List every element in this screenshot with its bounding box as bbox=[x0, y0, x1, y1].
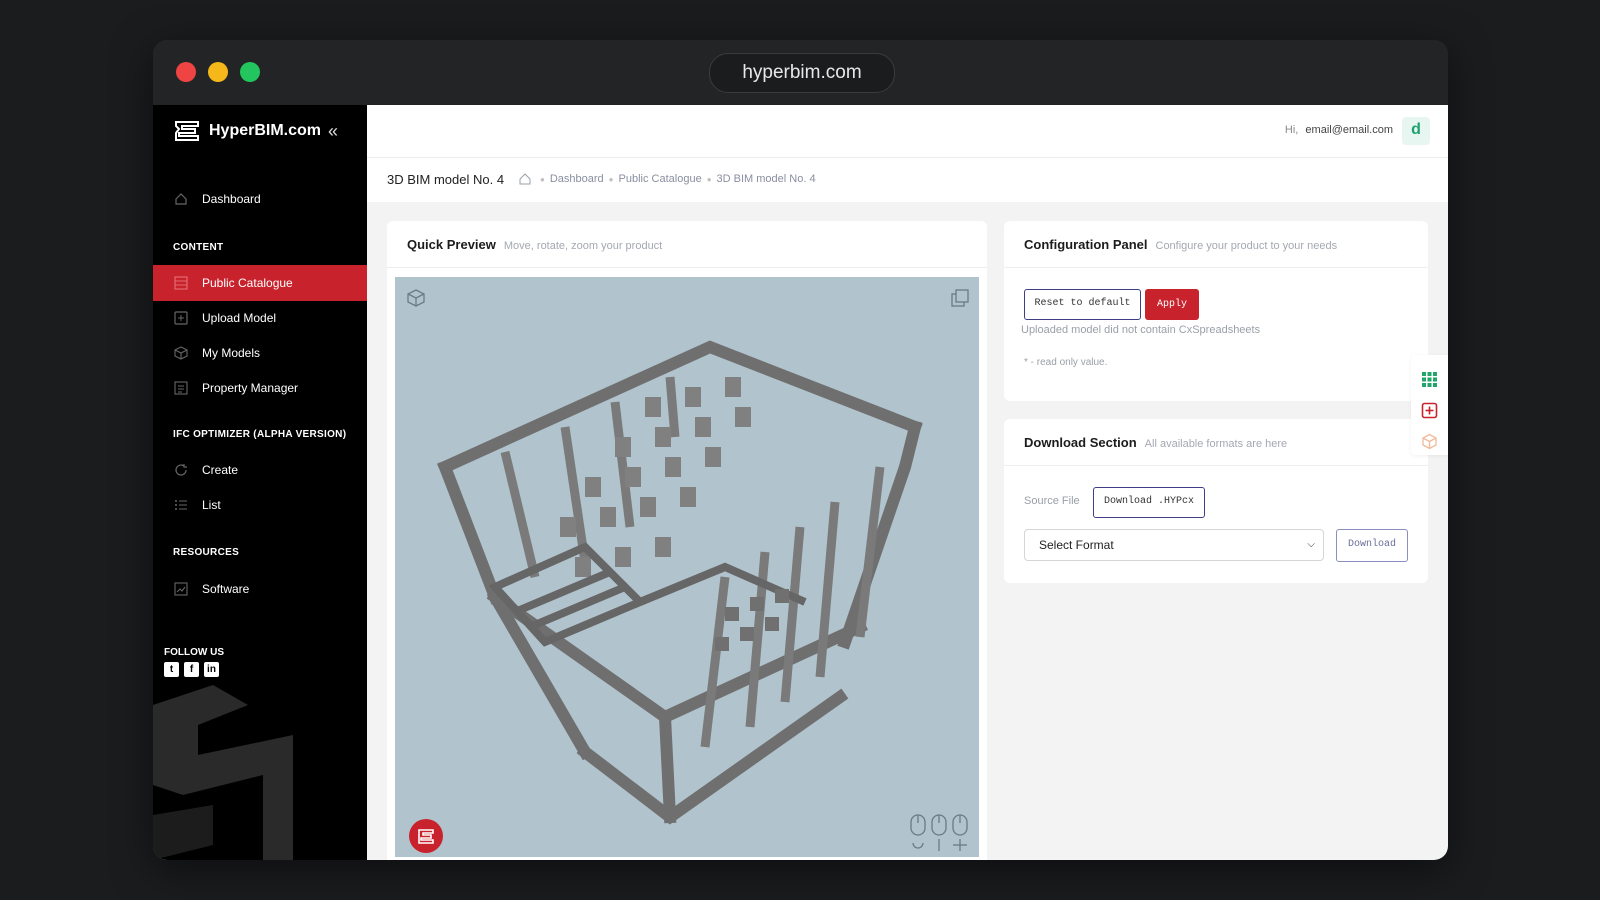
format-select[interactable]: Select Format ⌵ bbox=[1024, 529, 1324, 561]
user-email[interactable]: email@email.com bbox=[1305, 124, 1393, 136]
sidebar-item-create[interactable]: Create bbox=[153, 452, 367, 488]
fullscreen-icon[interactable] bbox=[951, 289, 969, 307]
close-window-button[interactable] bbox=[176, 62, 196, 82]
download-header: Download Section All available formats ar… bbox=[1004, 419, 1428, 466]
chevron-down-icon: ⌵ bbox=[1307, 539, 1315, 550]
app: HyperBIM.com « Dashboard CONTENT Public … bbox=[153, 105, 1448, 860]
source-file-label: Source File bbox=[1024, 495, 1080, 507]
config-message: Uploaded model did not contain CxSpreads… bbox=[1021, 324, 1261, 336]
sidebar-item-public-catalogue[interactable]: Public Catalogue bbox=[153, 265, 367, 301]
cube-view-icon[interactable] bbox=[407, 289, 425, 307]
mouse-controls-icon bbox=[910, 814, 968, 851]
configuration-title: Configuration Panel Configure your produc… bbox=[1024, 237, 1337, 252]
download-title: Download Section All available formats ar… bbox=[1024, 435, 1287, 450]
apply-button[interactable]: Apply bbox=[1145, 289, 1199, 320]
breadcrumb-separator: ● bbox=[706, 174, 712, 184]
breadcrumb-separator: ● bbox=[540, 174, 545, 184]
twitter-icon[interactable]: t bbox=[164, 662, 179, 677]
download-subtitle: All available formats are here bbox=[1144, 438, 1288, 450]
sidebar-item-software[interactable]: Software bbox=[153, 571, 367, 607]
home-icon[interactable] bbox=[519, 173, 531, 185]
sidebar-item-label: List bbox=[202, 498, 221, 512]
side-toolbar bbox=[1411, 355, 1448, 455]
quick-preview-header: Quick Preview Move, rotate, zoom your pro… bbox=[387, 221, 987, 268]
linkedin-icon[interactable]: in bbox=[204, 662, 219, 677]
configuration-header: Configuration Panel Configure your produc… bbox=[1004, 221, 1428, 268]
download-title-text: Download Section bbox=[1024, 435, 1137, 450]
format-select-value: Select Format bbox=[1039, 538, 1114, 552]
plus-square-icon bbox=[173, 310, 189, 326]
download-button[interactable]: Download bbox=[1336, 529, 1408, 562]
download-source-button[interactable]: Download .HYPcx bbox=[1093, 487, 1205, 518]
reset-to-default-button[interactable]: Reset to default bbox=[1024, 289, 1141, 320]
breadcrumb-bar: 3D BIM model No. 4 ● Dashboard ● Public … bbox=[367, 158, 1448, 202]
sidebar-item-property-manager[interactable]: Property Manager bbox=[153, 370, 367, 406]
sidebar-item-label: Create bbox=[202, 463, 239, 477]
3d-model-viewer[interactable] bbox=[395, 277, 979, 857]
list-icon bbox=[173, 380, 189, 396]
list-bullets-icon bbox=[173, 497, 189, 513]
double-chevron-left-icon[interactable]: « bbox=[328, 121, 338, 142]
top-bar: Hi, email@email.com d bbox=[367, 105, 1448, 158]
breadcrumb: ● Dashboard ● Public Catalogue ● 3D BIM … bbox=[519, 173, 816, 185]
user-greeting: Hi, email@email.com bbox=[1285, 124, 1393, 136]
maximize-window-button[interactable] bbox=[240, 62, 260, 82]
facebook-icon[interactable]: f bbox=[184, 662, 199, 677]
sidebar-item-label: Upload Model bbox=[202, 311, 277, 325]
breadcrumb-current: 3D BIM model No. 4 bbox=[716, 173, 816, 185]
add-box-icon[interactable] bbox=[1421, 402, 1438, 419]
sidebar-item-upload-model[interactable]: Upload Model bbox=[153, 300, 367, 336]
chart-icon bbox=[173, 581, 189, 597]
sidebar: HyperBIM.com « Dashboard CONTENT Public … bbox=[153, 105, 367, 860]
url-bar[interactable]: hyperbim.com bbox=[709, 53, 895, 93]
greeting-text: Hi, bbox=[1284, 124, 1299, 136]
configuration-panel: Configuration Panel Configure your produc… bbox=[1004, 221, 1428, 401]
configuration-title-text: Configuration Panel bbox=[1024, 237, 1148, 252]
minimize-window-button[interactable] bbox=[208, 62, 228, 82]
sidebar-decoration bbox=[153, 685, 293, 860]
home-icon bbox=[173, 191, 189, 207]
section-resources: RESOURCES bbox=[173, 547, 240, 558]
section-ifc-optimizer: IFC OPTIMIZER (ALPHA VERSION) bbox=[173, 429, 347, 440]
cube-icon bbox=[173, 345, 189, 361]
sidebar-item-label: Public Catalogue bbox=[202, 276, 293, 290]
sidebar-item-label: Property Manager bbox=[202, 381, 299, 395]
breadcrumb-public-catalogue[interactable]: Public Catalogue bbox=[619, 173, 702, 185]
hyperbim-logo-icon bbox=[175, 121, 199, 141]
hyperbim-badge-icon[interactable] bbox=[409, 819, 443, 853]
quick-preview-title-text: Quick Preview bbox=[407, 237, 496, 252]
breadcrumb-dashboard[interactable]: Dashboard bbox=[550, 173, 604, 185]
brand-name: HyperBIM.com bbox=[209, 122, 322, 139]
quick-preview-title: Quick Preview Move, rotate, zoom your pro… bbox=[407, 237, 662, 252]
download-section: Download Section All available formats ar… bbox=[1004, 419, 1428, 583]
section-content: CONTENT bbox=[173, 242, 224, 253]
sidebar-item-label: Software bbox=[202, 582, 250, 596]
avatar[interactable]: d bbox=[1402, 117, 1430, 145]
bim-model-render[interactable] bbox=[395, 277, 979, 857]
title-bar: hyperbim.com bbox=[153, 40, 1448, 105]
apps-grid-icon[interactable] bbox=[1421, 371, 1438, 388]
follow-us-label: FOLLOW US bbox=[164, 647, 224, 658]
sidebar-item-dashboard[interactable]: Dashboard bbox=[153, 181, 367, 217]
quick-preview-subtitle: Move, rotate, zoom your product bbox=[503, 240, 663, 252]
sidebar-item-list[interactable]: List bbox=[153, 487, 367, 523]
refresh-icon bbox=[173, 462, 189, 478]
quick-preview-card: Quick Preview Move, rotate, zoom your pro… bbox=[387, 221, 987, 860]
breadcrumb-separator: ● bbox=[608, 174, 614, 184]
box-icon[interactable] bbox=[1421, 433, 1438, 450]
sidebar-item-label: Dashboard bbox=[202, 192, 261, 206]
configuration-subtitle: Configure your product to your needs bbox=[1155, 240, 1338, 252]
read-only-note: * - read only value. bbox=[1024, 357, 1108, 368]
grid-icon bbox=[173, 275, 189, 291]
page-title: 3D BIM model No. 4 bbox=[387, 172, 505, 187]
browser-window: hyperbim.com HyperBIM.com « Dashboard CO… bbox=[153, 40, 1448, 860]
sidebar-item-label: My Models bbox=[202, 346, 261, 360]
sidebar-item-my-models[interactable]: My Models bbox=[153, 335, 367, 371]
brand[interactable]: HyperBIM.com bbox=[173, 119, 321, 143]
social-links: t f in bbox=[164, 662, 219, 677]
